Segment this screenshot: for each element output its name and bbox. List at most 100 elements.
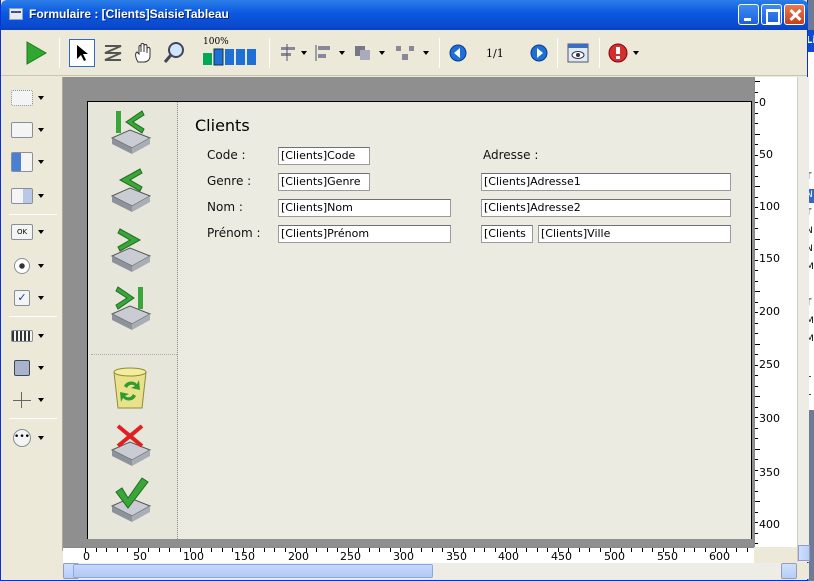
form-page[interactable] xyxy=(87,101,752,539)
ruler-tick xyxy=(755,501,760,502)
zoom-tool-button[interactable] xyxy=(161,39,187,67)
prenom-field[interactable]: [Clients]Prénom xyxy=(278,225,451,243)
ruler-tick xyxy=(755,123,758,124)
select-tool-button[interactable] xyxy=(69,39,95,67)
scroll-right-button[interactable] xyxy=(781,563,797,579)
preview-button[interactable] xyxy=(565,39,591,67)
window-title: Formulaire : [Clients]SaisieTableau xyxy=(29,7,229,21)
ruler-tick xyxy=(242,548,244,552)
ruler-tick xyxy=(431,548,433,552)
ruler-tick xyxy=(169,548,170,552)
chevron-down-icon xyxy=(38,296,44,300)
distribute-menu-button[interactable] xyxy=(313,39,349,67)
splitter-icon xyxy=(11,392,33,408)
events-menu-button[interactable] xyxy=(607,39,643,67)
field-object-tool[interactable] xyxy=(11,119,55,141)
entry-order-button[interactable] xyxy=(101,39,125,67)
ruler-tick xyxy=(232,548,233,552)
ruler-tick xyxy=(295,548,296,552)
layer-menu-button[interactable] xyxy=(353,39,389,67)
ruler-tick xyxy=(755,469,758,471)
ruler-tick xyxy=(755,144,758,145)
delete-record-button[interactable] xyxy=(106,420,154,470)
ruler-tick xyxy=(755,175,758,177)
ruler-label: 250 xyxy=(759,358,780,371)
ruler-label: 500 xyxy=(604,550,625,563)
ruler-tick xyxy=(694,548,695,552)
dropdown-object-tool[interactable] xyxy=(11,185,55,207)
last-record-button[interactable] xyxy=(106,284,154,334)
ville-field[interactable]: [Clients]Ville xyxy=(538,225,731,243)
validate-record-button[interactable] xyxy=(106,476,154,526)
next-page-button[interactable] xyxy=(527,39,551,67)
code-field[interactable]: [Clients]Code xyxy=(278,147,370,165)
horizontal-scroll-thumb[interactable] xyxy=(73,564,433,578)
rectangle-object-tool[interactable] xyxy=(11,357,55,379)
progress-bar-icon xyxy=(11,330,33,342)
ruler-tick xyxy=(190,548,191,552)
next-record-button[interactable] xyxy=(106,226,154,276)
ruler-tick xyxy=(274,548,275,552)
group-menu-button[interactable] xyxy=(393,39,433,67)
ruler-tick xyxy=(755,448,760,450)
ruler-label: 550 xyxy=(657,550,678,563)
minimize-button[interactable] xyxy=(738,4,759,25)
previous-record-button[interactable] xyxy=(106,166,154,216)
first-record-button[interactable] xyxy=(106,108,154,158)
ruler-tick xyxy=(389,548,391,552)
plugin-object-tool[interactable]: ••• xyxy=(11,427,55,449)
ruler-tick xyxy=(421,548,422,552)
hand-tool-button[interactable] xyxy=(131,39,155,67)
zoom-level-control[interactable]: 100% xyxy=(199,37,265,67)
ruler-tick xyxy=(755,396,760,397)
nom-field[interactable]: [Clients]Nom xyxy=(278,199,451,217)
ruler-tick xyxy=(755,543,758,544)
ruler-tick xyxy=(253,548,254,552)
checkbox-object-tool[interactable]: ✓ xyxy=(11,287,55,309)
previous-page-button[interactable] xyxy=(446,39,470,67)
ruler-tick xyxy=(755,291,760,292)
ruler-tick xyxy=(755,438,758,439)
form-title: Clients xyxy=(195,116,250,135)
prenom-label: Prénom : xyxy=(207,226,261,240)
ruler-label: 0 xyxy=(759,96,766,109)
text-object-tool[interactable] xyxy=(11,87,55,109)
align-menu-button[interactable] xyxy=(279,39,309,67)
ruler-tick xyxy=(755,259,758,261)
preview-window-icon xyxy=(567,43,589,63)
ruler-tick xyxy=(368,548,370,552)
ruler-label: 350 xyxy=(759,466,780,479)
ruler-tick xyxy=(641,548,643,552)
run-form-button[interactable] xyxy=(23,39,49,67)
button-object-tool[interactable]: OK xyxy=(11,221,55,243)
radio-object-tool[interactable] xyxy=(11,255,55,277)
genre-field[interactable]: [Clients]Genre xyxy=(278,173,370,191)
ruler-tick xyxy=(755,417,758,418)
ruler-tick xyxy=(179,548,181,552)
cancel-button[interactable] xyxy=(106,364,154,414)
title-bar[interactable]: Formulaire : [Clients]SaisieTableau xyxy=(1,0,808,30)
ruler-tick xyxy=(755,364,758,366)
horizontal-scrollbar[interactable] xyxy=(63,563,797,579)
vertical-scrollbar[interactable] xyxy=(797,77,810,562)
adresse1-field[interactable]: [Clients]Adresse1 xyxy=(481,173,731,191)
ruler-tick xyxy=(662,548,664,552)
ruler-tick xyxy=(755,343,760,345)
ruler-label: 400 xyxy=(759,518,780,531)
ruler-label: 50 xyxy=(759,148,773,161)
adresse2-field[interactable]: [Clients]Adresse2 xyxy=(481,199,731,217)
close-button[interactable] xyxy=(784,4,805,25)
postal-code-field[interactable]: [Clients xyxy=(481,225,533,243)
toolbar: 100% 1/1 xyxy=(1,30,807,76)
maximize-button[interactable] xyxy=(761,4,782,25)
object-palette: OK ✓ ••• xyxy=(1,77,63,551)
ruler-tick xyxy=(755,322,758,324)
ruler-tick xyxy=(755,186,760,187)
ruler-tick xyxy=(620,548,622,552)
scroll-down-button[interactable] xyxy=(798,545,810,561)
ruler-tick xyxy=(755,354,758,355)
line-object-tool[interactable] xyxy=(11,389,55,411)
list-object-tool[interactable] xyxy=(11,151,55,173)
progress-object-tool[interactable] xyxy=(11,325,55,347)
ruler-tick xyxy=(452,548,454,552)
